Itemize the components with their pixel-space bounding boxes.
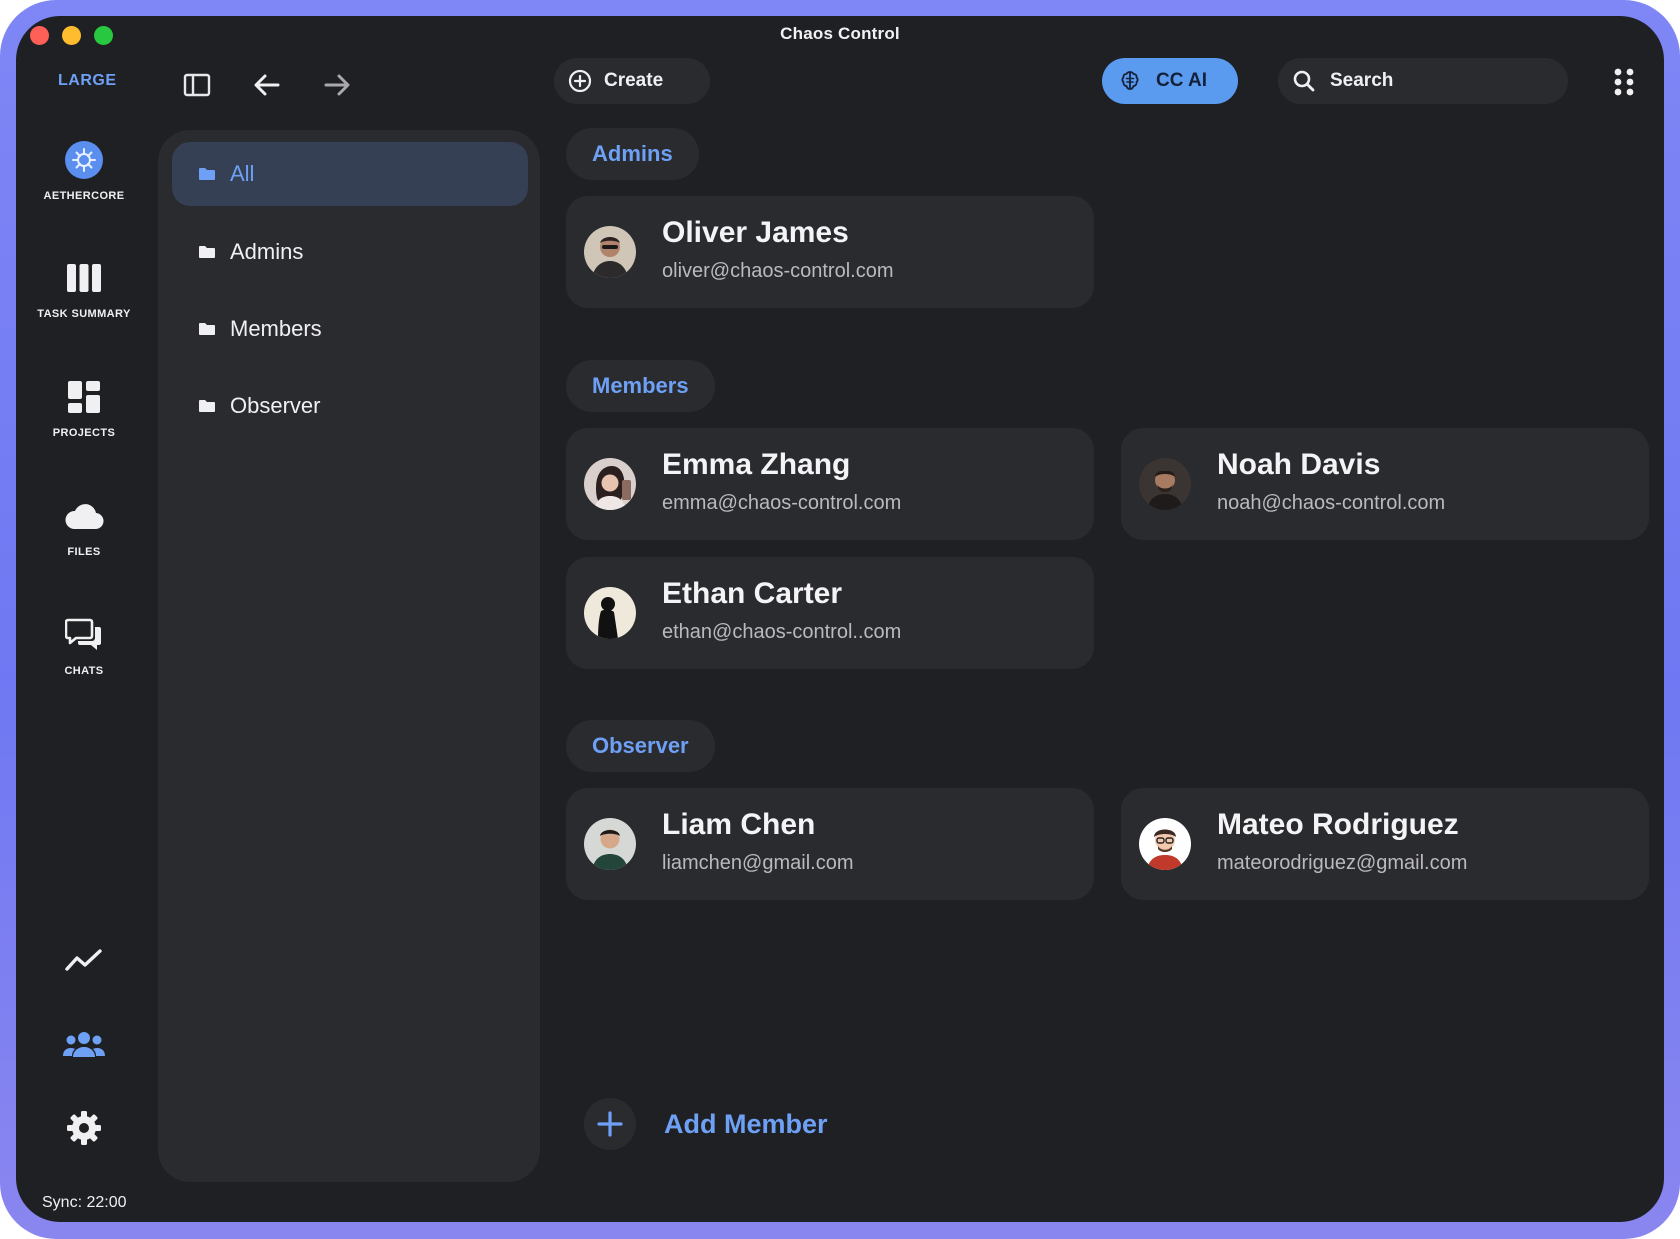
member-email: noah@chaos-control.com	[1217, 492, 1446, 514]
sync-status: Sync: 22:00	[42, 1194, 127, 1211]
folder-icon	[199, 400, 215, 412]
member-email: liamchen@gmail.com	[662, 852, 854, 874]
member-name: Noah Davis	[1217, 448, 1381, 481]
sidebar-toggle-icon[interactable]	[180, 68, 214, 102]
folder-icon	[199, 246, 215, 258]
group-header-observer: Observer	[566, 720, 715, 772]
create-label: Create	[604, 70, 664, 91]
app-window: Chaos Control LARGE Create CC AI Search …	[16, 16, 1664, 1222]
workspace-label: AETHERCORE	[43, 190, 125, 202]
back-arrow-icon[interactable]	[250, 68, 284, 102]
search-icon	[1293, 70, 1315, 92]
nav-analytics[interactable]	[32, 938, 136, 982]
avatar	[1139, 458, 1191, 510]
workspace-switcher[interactable]: AETHERCORE	[32, 138, 136, 202]
search-field[interactable]: Search	[1278, 58, 1568, 104]
nav-files-label: FILES	[67, 546, 101, 558]
avatar	[1139, 818, 1191, 870]
nav-projects-label: PROJECTS	[52, 427, 116, 439]
folder-label: All	[230, 161, 255, 186]
nav-chats[interactable]: CHATS	[32, 613, 136, 677]
folder-icon	[199, 323, 215, 335]
folder-panel: All Admins Members Observer	[158, 130, 540, 1182]
member-name: Ethan Carter	[662, 577, 843, 610]
folder-label: Members	[230, 316, 322, 341]
avatar	[584, 587, 636, 639]
member-name: Emma Zhang	[662, 448, 851, 481]
cloud-icon	[65, 504, 104, 530]
member-card[interactable]: Mateo Rodriguez mateorodriguez@gmail.com	[1121, 788, 1649, 900]
create-button[interactable]: Create	[554, 58, 710, 104]
chat-icon	[65, 618, 101, 650]
aethercore-logo-icon	[65, 141, 103, 179]
member-name: Liam Chen	[662, 808, 816, 841]
folder-admins[interactable]: Admins	[172, 220, 528, 284]
member-card[interactable]: Liam Chen liamchen@gmail.com	[566, 788, 1094, 900]
folder-icon	[199, 168, 215, 180]
avatar	[584, 818, 636, 870]
avatar	[584, 226, 636, 278]
forward-arrow-icon[interactable]	[320, 68, 354, 102]
columns-icon	[67, 264, 101, 292]
analytics-icon	[65, 949, 102, 971]
group-header-members: Members	[566, 360, 715, 412]
nav-task-summary[interactable]: TASK SUMMARY	[32, 256, 136, 320]
member-name: Oliver James	[662, 216, 849, 249]
folder-members[interactable]: Members	[172, 297, 528, 361]
nav-task-summary-label: TASK SUMMARY	[37, 308, 131, 320]
folder-observer[interactable]: Observer	[172, 374, 528, 438]
search-placeholder: Search	[1330, 70, 1394, 91]
brain-icon	[1121, 71, 1139, 90]
folder-label: Admins	[230, 239, 304, 264]
member-card[interactable]: Ethan Carter ethan@chaos-control..com	[566, 557, 1094, 669]
member-name: Mateo Rodriguez	[1217, 808, 1459, 841]
member-card[interactable]: Oliver James oliver@chaos-control.com	[566, 196, 1094, 308]
nav-projects[interactable]: PROJECTS	[32, 375, 136, 439]
folder-all[interactable]: All	[172, 142, 528, 206]
plus-circle-icon	[568, 69, 592, 93]
group-header-admins: Admins	[566, 128, 699, 180]
size-toggle[interactable]: LARGE	[58, 72, 117, 90]
member-email: ethan@chaos-control..com	[662, 621, 902, 643]
apps-grid-icon[interactable]	[1608, 64, 1644, 100]
cc-ai-label: CC AI	[1156, 70, 1208, 91]
nav-chats-label: CHATS	[64, 665, 104, 677]
add-member-label: Add Member	[664, 1108, 828, 1139]
nav-team[interactable]	[32, 1022, 136, 1066]
settings-icon	[67, 1111, 101, 1145]
folder-label: Observer	[230, 393, 321, 418]
dashboard-icon	[68, 381, 100, 413]
nav-files[interactable]: FILES	[32, 494, 136, 558]
member-card[interactable]: Emma Zhang emma@chaos-control.com	[566, 428, 1094, 540]
add-member-button[interactable]: Add Member	[584, 1098, 828, 1150]
team-icon	[63, 1032, 105, 1057]
plus-icon	[584, 1098, 636, 1150]
member-email: mateorodriguez@gmail.com	[1217, 852, 1468, 874]
window-title: Chaos Control	[780, 24, 900, 43]
member-email: oliver@chaos-control.com	[662, 260, 894, 282]
member-email: emma@chaos-control.com	[662, 492, 902, 514]
avatar	[584, 458, 636, 510]
member-card[interactable]: Noah Davis noah@chaos-control.com	[1121, 428, 1649, 540]
cc-ai-button[interactable]: CC AI	[1102, 58, 1238, 104]
nav-settings[interactable]	[32, 1106, 136, 1150]
